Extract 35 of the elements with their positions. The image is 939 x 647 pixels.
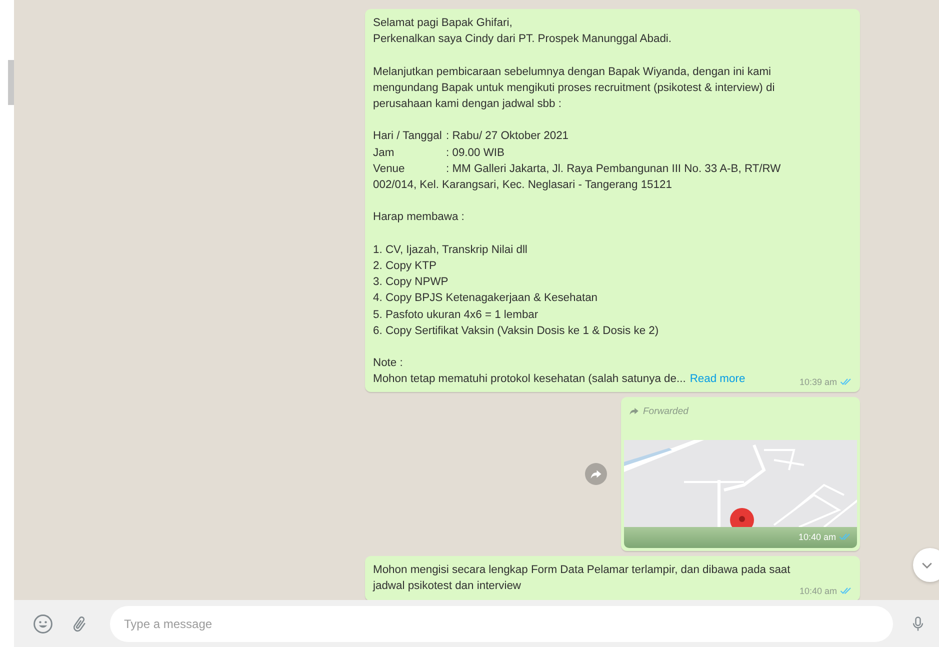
message-time: 10:40 am (799, 585, 837, 597)
field-label: Hari / Tanggal (373, 129, 443, 144)
field-label: Venue (373, 162, 406, 177)
field-value: 002/014, Kel. Karangsari, Kec. Neglasari - Tangerang 15121 (373, 178, 672, 193)
message-text: Melanjutkan pembicaraan sebelumnya dengan Bapak Wiyanda, dengan ini kami (373, 64, 772, 80)
field-value: : 09.00 WIB (446, 146, 504, 161)
field-label: Jam (373, 146, 396, 161)
message-text: Harap membawa : (373, 210, 464, 226)
field-value: : MM Galleri Jakarta, Jl. Raya Pembangunan III No. 33 A-B, RT/RW (446, 162, 781, 177)
message-text: Note : (373, 356, 403, 372)
scroll-down-button[interactable] (913, 548, 939, 582)
forward-icon (629, 406, 639, 416)
message-text: 1. CV, Ijazah, Transkrip Nilai dll (373, 242, 528, 258)
message-text: 5. Pasfoto ukuran 4x6 = 1 lembar (373, 308, 538, 323)
message-text: Mohon tetap mematuhi protokol kesehatan (salah satunya de... (373, 372, 686, 388)
message-text: 4. Copy BPJS Ketenagakerjaan & Kesehatan (373, 291, 598, 306)
message-time: 10:40 am (798, 532, 836, 542)
message-text: Mohon mengisi secara lengkap Form Data Pelamar terlampir, dan dibawa pada saat (373, 562, 790, 578)
forward-button[interactable] (585, 462, 607, 485)
message-text: jadwal psikotest dan interview (373, 578, 521, 594)
field-value: : Rabu/ 27 Oktober 2021 (446, 129, 569, 144)
message-text: 6. Copy Sertifikat Vaksin (Vaksin Dosis ke 1 & Dosis ke 2) (373, 324, 659, 339)
message-input[interactable]: Type a message (110, 606, 893, 642)
scrollbar[interactable] (8, 60, 14, 105)
message-text: 2. Copy KTP (373, 258, 436, 274)
emoji-icon[interactable] (32, 612, 54, 634)
message-time: 10:39 am (799, 376, 837, 388)
message-text: perusahaan kami dengan jadwal sbb : (373, 97, 562, 112)
message-text: 3. Copy NPWP (373, 275, 448, 290)
forwarded-label: Forwarded (643, 406, 688, 417)
message-text: Perkenalkan saya Cindy dari PT. Prospek Manunggal Abadi. (373, 32, 672, 48)
forward-icon (590, 468, 602, 480)
message-text: Selamat pagi Bapak Ghifari, (373, 16, 512, 31)
message-text: mengundang Bapak untuk mengikuti proses recruitment (psikotest & interview) di (373, 80, 775, 96)
read-more-link[interactable]: Read more (690, 371, 746, 388)
